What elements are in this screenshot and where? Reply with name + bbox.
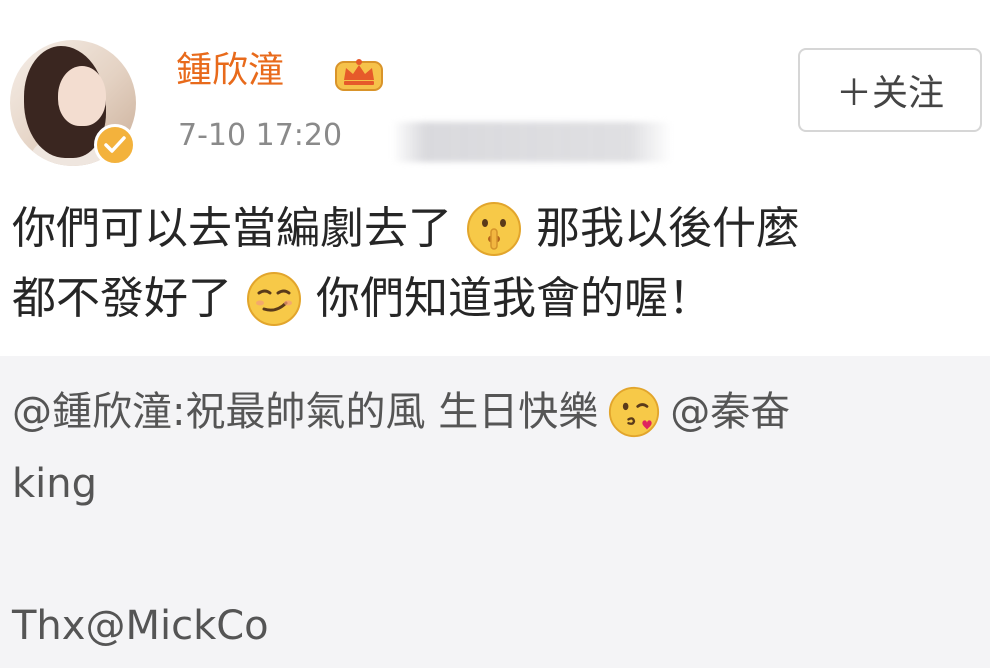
repost-mention[interactable]: @鍾欣潼 [12, 376, 172, 448]
repost-mention-2-continued[interactable]: king [12, 448, 97, 520]
repost-mention-2[interactable]: @秦奋 [670, 376, 790, 448]
post-body: 你們可以去當編劇去了 那我以後什麼 都不發好了 你們知道我會的喔！ [12, 194, 982, 334]
post-text-line2-a: 都不發好了 [12, 273, 232, 324]
repost-credit: Thx@MickCo [12, 603, 269, 649]
shushing-face-emoji-icon [467, 202, 521, 256]
follow-button[interactable]: ＋关注 [798, 48, 982, 132]
crown-icon[interactable] [334, 54, 384, 92]
blurred-source [392, 122, 672, 162]
face-blowing-kiss-emoji-icon [609, 386, 660, 438]
post-text-line1-b: 那我以後什麼 [536, 203, 800, 254]
verified-check-icon [94, 124, 136, 166]
repost-text: :祝最帥氣的風 生日快樂 [172, 389, 599, 435]
repost-body: @鍾欣潼:祝最帥氣的風 生日快樂 @秦奋 king [12, 376, 982, 520]
post-timestamp: 7-10 17:20 [178, 118, 343, 153]
smirk-emoji-icon [247, 272, 301, 326]
post-text-line1-a: 你們可以去當編劇去了 [12, 203, 452, 254]
post-text-line2-b: 你們知道我會的喔！ [316, 273, 712, 324]
username[interactable]: 鍾欣潼 [176, 46, 284, 96]
